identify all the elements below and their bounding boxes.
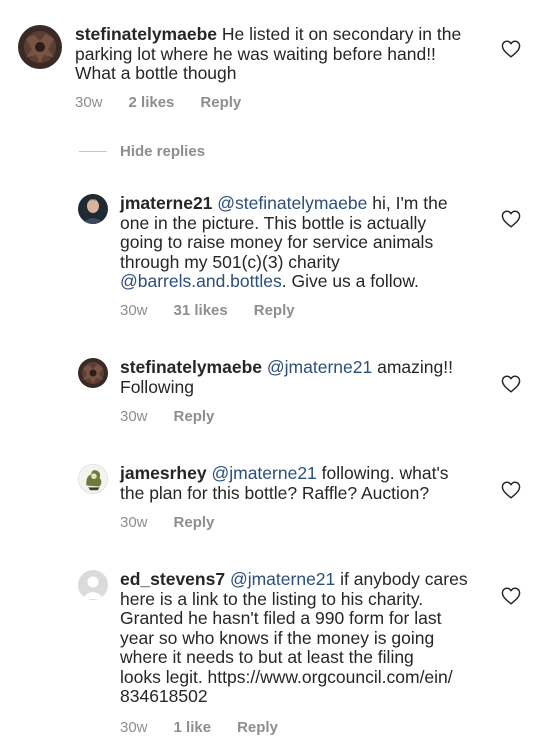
avatar-image: [78, 358, 108, 388]
comment-meta: 30w 1 like Reply: [120, 719, 304, 736]
avatar[interactable]: [18, 25, 62, 69]
comment-text-line: the plan for this bottle? Raffle? Auctio…: [120, 482, 430, 503]
heart-icon[interactable]: [501, 210, 521, 228]
comment-meta: 30w Reply: [120, 514, 240, 531]
mention-link[interactable]: @jmaterne21: [230, 569, 335, 589]
comment-text-line: 834618502: [120, 686, 208, 706]
hide-replies-button[interactable]: Hide replies: [79, 143, 205, 160]
likes-count[interactable]: 31 likes: [174, 302, 228, 319]
username[interactable]: jmaterne21: [120, 193, 212, 213]
comment-text: jmaterne21 @stefinatelymaebe hi, I'm the…: [120, 193, 480, 292]
heart-icon[interactable]: [501, 40, 521, 58]
comment-text-line: Following: [120, 376, 194, 397]
likes-count[interactable]: 1 like: [174, 719, 212, 736]
comment-meta: 30w Reply: [120, 408, 240, 425]
reply-button[interactable]: Reply: [237, 719, 278, 736]
username[interactable]: ed_stevens7: [120, 569, 225, 589]
comment-meta: 30w 2 likes Reply: [75, 94, 267, 111]
avatar-image: [79, 465, 107, 493]
reply-button[interactable]: Reply: [174, 514, 215, 531]
comment-text-line: through my 501(c)(3) charity: [120, 251, 340, 272]
reply-button[interactable]: Reply: [200, 94, 241, 111]
heart-icon[interactable]: [501, 375, 521, 393]
comment-text-line: here is a link to the listing to his cha…: [120, 588, 424, 609]
comment-text: jamesrhey @jmaterne21 following. what's …: [120, 463, 480, 503]
comment-text-line: parking lot where he was waiting before …: [75, 43, 436, 64]
default-avatar-icon: [78, 570, 108, 600]
comment-text-line: looks legit. https://www.orgcouncil.com/…: [120, 666, 453, 687]
mention-link[interactable]: @stefinatelymaebe: [217, 193, 367, 213]
comment-text-line: hi, I'm the: [367, 193, 448, 213]
divider: [79, 151, 107, 152]
comment-text-line: one in the picture. This bottle is actua…: [120, 212, 427, 233]
mention-link[interactable]: @jmaterne21: [267, 357, 372, 377]
reply-button[interactable]: Reply: [254, 302, 295, 319]
avatar[interactable]: [78, 194, 108, 224]
avatar[interactable]: [78, 464, 108, 494]
username[interactable]: stefinatelymaebe: [75, 24, 217, 44]
comment-text: stefinatelymaebe @jmaterne21 amazing!! F…: [120, 357, 480, 397]
mention-link[interactable]: @jmaterne21: [211, 463, 316, 483]
comment-text-line: amazing!!: [372, 357, 453, 377]
comment-text: stefinatelymaebe He listed it on seconda…: [75, 24, 495, 84]
username[interactable]: jamesrhey: [120, 463, 207, 483]
username[interactable]: stefinatelymaebe: [120, 357, 262, 377]
timestamp: 30w: [120, 302, 148, 319]
comment-text-line: What a bottle though: [75, 63, 237, 83]
comment-text-line: year so who knows if the money is going: [120, 627, 435, 648]
comment-text-line: going to raise money for service animals: [120, 232, 434, 252]
comment-text-line: Granted he hasn't filed a 990 form for l…: [120, 608, 442, 628]
avatar-image: [18, 25, 62, 69]
timestamp: 30w: [75, 94, 103, 111]
likes-count[interactable]: 2 likes: [129, 94, 175, 111]
avatar-image: [78, 194, 108, 224]
comment-text-line: if anybody cares: [335, 569, 468, 589]
comment-text-line: . Give us a follow.: [281, 271, 419, 291]
comment-meta: 30w 31 likes Reply: [120, 302, 321, 319]
heart-icon[interactable]: [501, 481, 521, 499]
comment-text: ed_stevens7 @jmaterne21 if anybody cares…: [120, 569, 490, 707]
hide-replies-label: Hide replies: [120, 143, 206, 160]
avatar[interactable]: [78, 570, 108, 600]
mention-link[interactable]: @barrels.and.bottles: [120, 271, 282, 291]
timestamp: 30w: [120, 408, 148, 425]
timestamp: 30w: [120, 719, 148, 736]
reply-button[interactable]: Reply: [174, 408, 215, 425]
comment-text-line: He listed it on secondary in the: [217, 24, 462, 44]
comment-text-line: where it needs to but at least the filin…: [120, 647, 414, 667]
comment-text-line: following. what's: [316, 463, 449, 483]
avatar[interactable]: [78, 358, 108, 388]
timestamp: 30w: [120, 514, 148, 531]
heart-icon[interactable]: [501, 587, 521, 605]
